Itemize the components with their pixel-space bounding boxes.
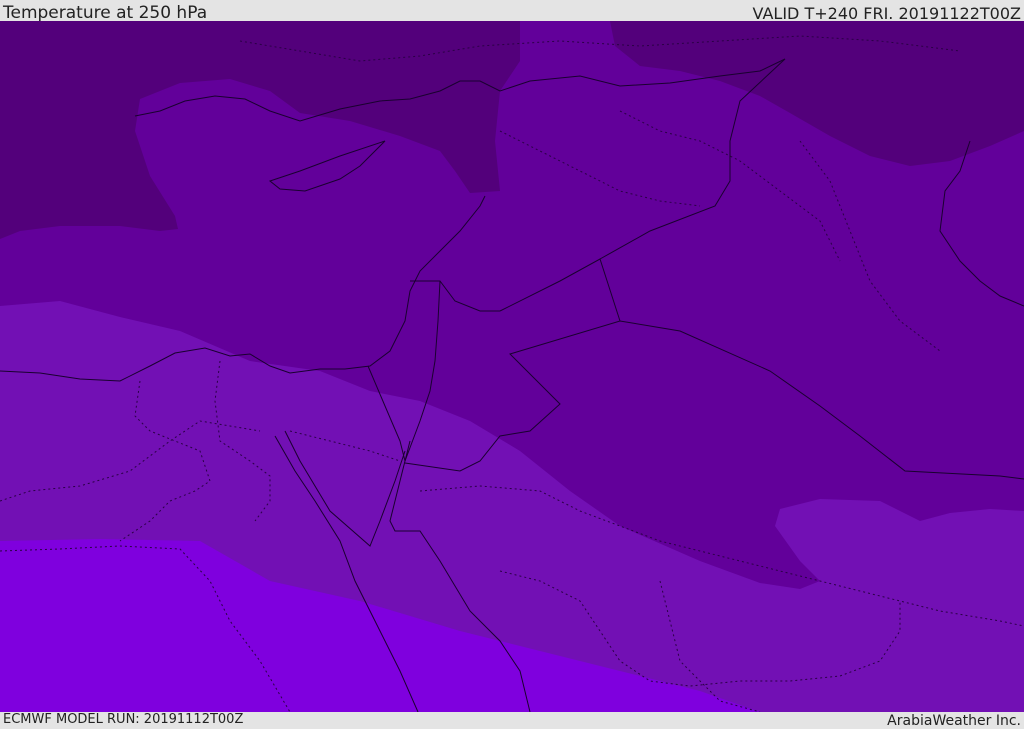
top-bar: Temperature at 250 hPa VALID T+240 FRI. … <box>0 0 1024 23</box>
credit-label: ArabiaWeather Inc. <box>887 713 1021 729</box>
model-run-label: ECMWF MODEL RUN: 20191112T00Z <box>3 712 244 727</box>
map-title: Temperature at 250 hPa <box>3 3 208 23</box>
bottom-bar: ECMWF MODEL RUN: 20191112T00Z ArabiaWeat… <box>0 712 1024 729</box>
temperature-map-svg <box>0 21 1024 712</box>
forecast-map[interactable] <box>0 21 1024 712</box>
